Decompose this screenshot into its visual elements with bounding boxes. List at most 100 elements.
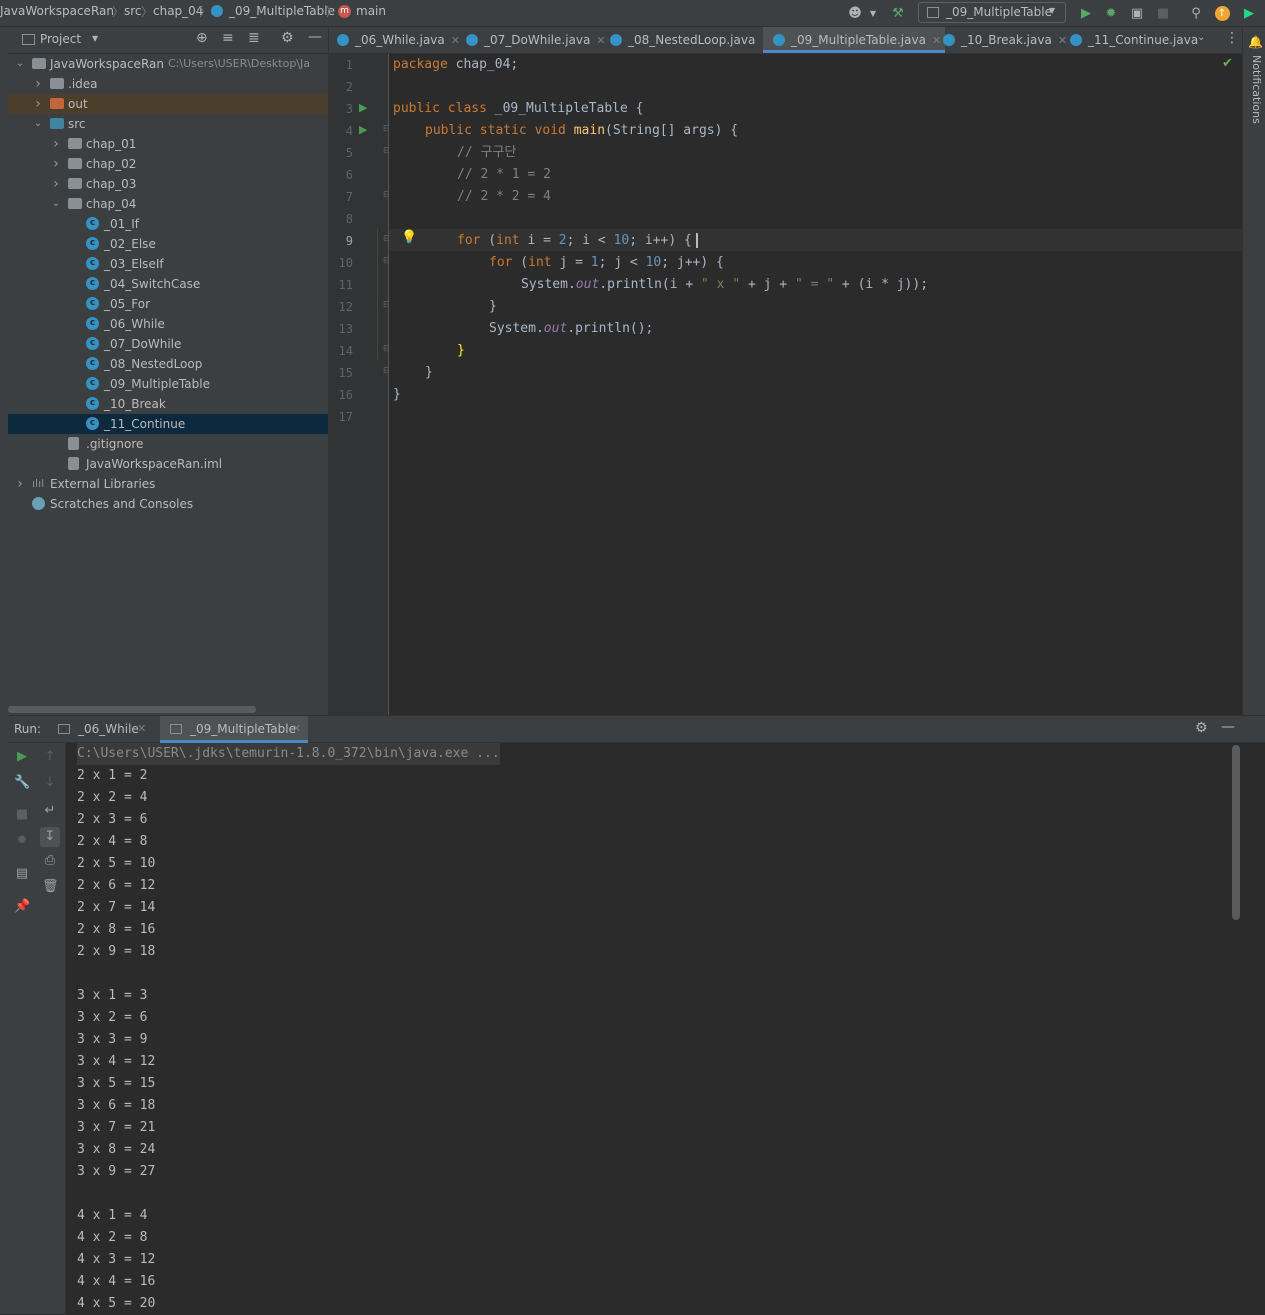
tree-item[interactable]: Scratches and Consoles — [8, 494, 328, 514]
close-icon[interactable]: ✕ — [292, 722, 301, 735]
intention-bulb-icon[interactable]: 💡 — [401, 230, 417, 245]
close-icon[interactable]: ✕ — [451, 34, 460, 47]
code-line-10: for (int j = 1; j < 10; j++) { — [489, 255, 724, 270]
console-output[interactable]: C:\Users\USER\.jdks\temurin-1.8.0_372\bi… — [66, 743, 1242, 1314]
wrench-icon[interactable]: 🔧 — [14, 775, 30, 791]
tab-06-while[interactable]: _06_While.java ✕ — [337, 27, 460, 53]
arrow-up-icon[interactable]: ↑ — [42, 749, 58, 765]
chevron-right-icon[interactable]: › — [32, 94, 44, 114]
chevron-down-icon[interactable]: ⌄ — [14, 54, 26, 74]
gear-icon[interactable]: ⚙ — [1195, 720, 1208, 736]
console-line: 3 x 4 = 12 — [77, 1054, 156, 1069]
console-line: 4 x 2 = 8 — [77, 1230, 148, 1245]
bug-icon[interactable]: ✹ — [14, 833, 30, 849]
code-editor[interactable]: 💡 ✔ package chap_04; public class _09_Mu… — [389, 54, 1242, 715]
close-icon[interactable]: ✕ — [137, 722, 146, 735]
run-tab-09-multipletable[interactable]: _09_MultipleTable ✕ — [160, 716, 308, 743]
tab-08-nestedloop[interactable]: _08_NestedLoop.java✕ — [610, 27, 771, 53]
trash-icon[interactable]: 🗑 — [42, 879, 59, 895]
tree-item[interactable]: ⌄ chap_04 — [8, 194, 328, 214]
console-scrollbar[interactable] — [1232, 745, 1240, 920]
search-icon[interactable]: ⚲ — [1187, 4, 1205, 22]
debug-icon[interactable]: ✹ — [1102, 4, 1120, 22]
close-icon[interactable]: ✕ — [1058, 34, 1067, 47]
tree-item[interactable]: c _06_While — [8, 314, 328, 334]
tree-item[interactable]: c _01_If — [8, 214, 328, 234]
gear-icon[interactable]: ⚙ — [281, 30, 294, 46]
console-tab-icon — [170, 724, 182, 734]
chevron-down-icon[interactable]: ▼ — [92, 34, 98, 43]
chevron-down-icon[interactable]: ▼ — [864, 4, 882, 22]
print-icon[interactable]: ⎙ — [42, 853, 58, 869]
tree-item[interactable]: JavaWorkspaceRan.iml — [8, 454, 328, 474]
tree-item[interactable]: c _08_NestedLoop — [8, 354, 328, 374]
coverage-icon[interactable]: ▣ — [1128, 4, 1146, 22]
tab-07-dowhile[interactable]: _07_DoWhile.java ✕ — [466, 27, 606, 53]
horizontal-scrollbar[interactable] — [8, 706, 256, 713]
layout-icon[interactable]: ▤ — [14, 866, 30, 882]
file-icon — [68, 437, 79, 450]
tab-09-multipletable[interactable]: _09_MultipleTable.java ✕ — [763, 27, 946, 53]
pin-icon[interactable]: 📌 — [14, 899, 30, 915]
more-options-icon[interactable]: ⋮ — [1225, 30, 1239, 46]
method-icon: m — [338, 5, 351, 18]
breadcrumb-method[interactable]: main — [356, 4, 386, 18]
soft-wrap-icon[interactable]: ↵ — [42, 803, 58, 819]
tree-item[interactable]: c _09_MultipleTable — [8, 374, 328, 394]
tree-item[interactable]: › ılıl External Libraries — [8, 474, 328, 494]
tree-item[interactable]: c _02_Else — [8, 234, 328, 254]
notifications-tab[interactable]: Notifications — [1245, 55, 1263, 124]
close-icon[interactable]: ✕ — [596, 34, 605, 47]
tree-item[interactable]: c _05_For — [8, 294, 328, 314]
tree-item[interactable]: c _04_SwitchCase — [8, 274, 328, 294]
hide-icon[interactable]: — — [308, 29, 322, 45]
run-class-icon[interactable]: ▶ — [359, 101, 367, 114]
tree-item[interactable]: ⌄ src — [8, 114, 328, 134]
run-icon[interactable]: ▶ — [1077, 4, 1095, 22]
tree-item[interactable]: .gitignore — [8, 434, 328, 454]
stop-icon[interactable]: ■ — [14, 807, 30, 823]
jetbrains-toolbox-icon[interactable]: ▶ — [1240, 4, 1258, 22]
chevron-right-icon[interactable]: › — [50, 154, 62, 174]
bell-icon[interactable]: 🔔 — [1248, 35, 1263, 49]
chevron-down-icon[interactable]: ⌄ — [1197, 32, 1205, 43]
chevron-right-icon[interactable]: › — [50, 134, 62, 154]
tab-10-break[interactable]: _10_Break.java ✕ — [943, 27, 1067, 53]
close-icon[interactable]: ✕ — [932, 34, 941, 47]
update-icon[interactable]: ↑ — [1213, 4, 1231, 22]
chevron-down-icon[interactable]: ⌄ — [50, 194, 62, 214]
tree-item[interactable]: › chap_02 — [8, 154, 328, 174]
breadcrumb-project[interactable]: JavaWorkspaceRan — [0, 4, 114, 18]
breadcrumb-src[interactable]: src — [124, 4, 142, 18]
expand-all-icon[interactable]: ≡ — [222, 30, 234, 46]
chevron-right-icon[interactable]: › — [50, 174, 62, 194]
chevron-down-icon[interactable]: ⌄ — [32, 114, 44, 134]
stop-icon[interactable]: ■ — [1154, 4, 1172, 22]
collapse-all-icon[interactable]: ≣ — [248, 30, 260, 46]
locate-icon[interactable]: ⊕ — [196, 30, 208, 46]
breadcrumb-class[interactable]: _09_MultipleTable — [229, 4, 335, 18]
build-hammer-icon[interactable]: ⚒ — [889, 4, 907, 22]
tree-item[interactable]: › .idea — [8, 74, 328, 94]
run-configuration-select[interactable]: _09_MultipleTable ▼ — [918, 2, 1066, 23]
user-icon[interactable]: ☻ — [846, 4, 864, 22]
tab-11-continue[interactable]: _11_Continue.java — [1070, 27, 1198, 53]
rerun-icon[interactable]: ▶ — [14, 749, 30, 765]
tree-item[interactable]: › chap_03 — [8, 174, 328, 194]
project-panel-title[interactable]: Project — [40, 32, 81, 46]
scroll-to-end-icon[interactable]: ↧ — [40, 827, 60, 847]
tree-item[interactable]: c _07_DoWhile — [8, 334, 328, 354]
tree-item[interactable]: c _10_Break — [8, 394, 328, 414]
tree-item[interactable]: c _11_Continue — [8, 414, 328, 434]
run-main-icon[interactable]: ▶ — [359, 123, 367, 136]
tree-item[interactable]: › out — [8, 94, 328, 114]
run-tab-06-while[interactable]: _06_While — [78, 722, 139, 736]
breadcrumb-chap04[interactable]: chap_04 — [153, 4, 203, 18]
tree-item[interactable]: c _03_ElseIf — [8, 254, 328, 274]
tree-item[interactable]: ⌄ JavaWorkspaceRan C:\Users\USER\Desktop\J… — [8, 54, 328, 74]
hide-icon[interactable]: — — [1221, 719, 1235, 735]
chevron-right-icon[interactable]: › — [14, 474, 26, 494]
chevron-right-icon[interactable]: › — [32, 74, 44, 94]
arrow-down-icon[interactable]: ↓ — [42, 775, 58, 791]
tree-item[interactable]: › chap_01 — [8, 134, 328, 154]
